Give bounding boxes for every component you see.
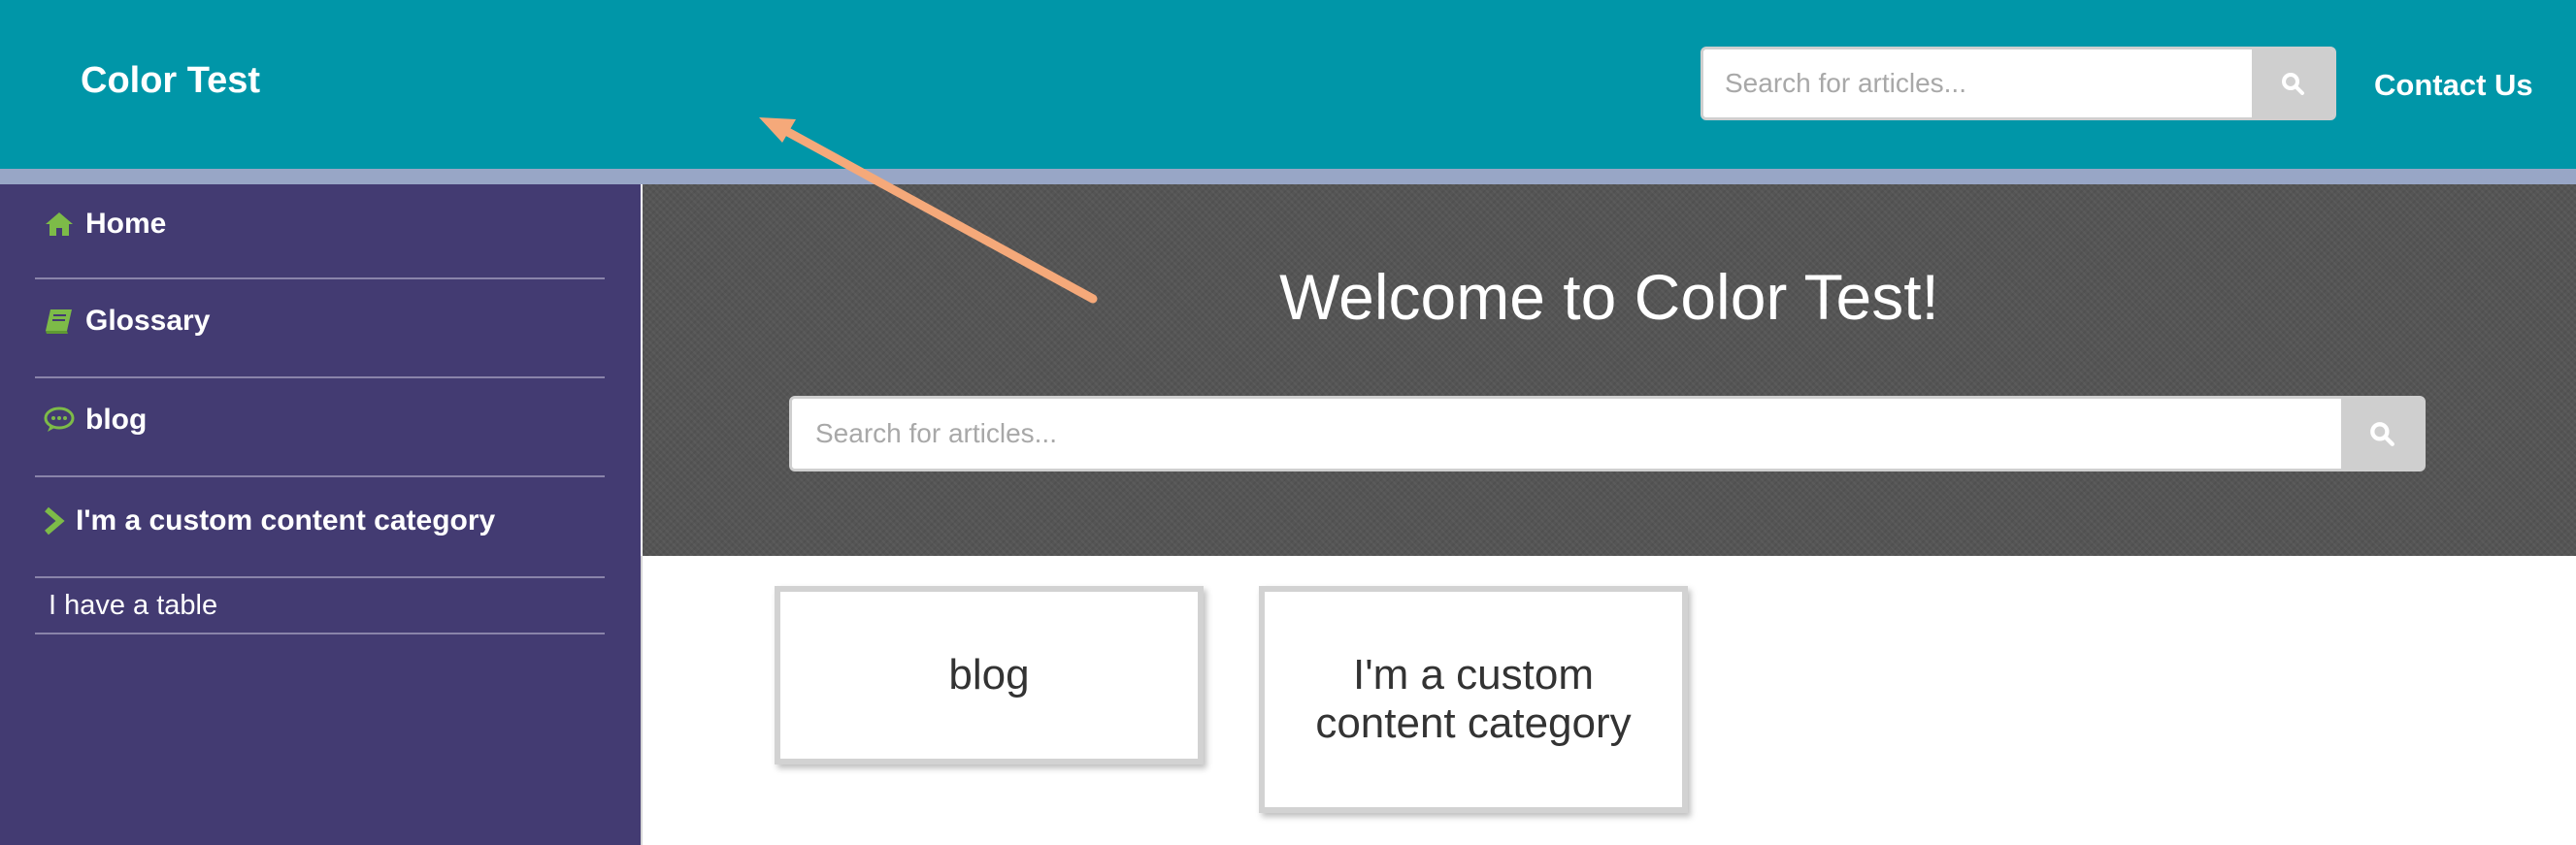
sidebar-item-label: Home bbox=[85, 208, 167, 240]
category-card-label: I'm a custom content category bbox=[1315, 651, 1632, 747]
header-search-input[interactable] bbox=[1703, 49, 2255, 117]
sidebar: Home Glossary blog I'm a custom content … bbox=[0, 184, 641, 845]
sidebar-item-label: I have a table bbox=[49, 590, 218, 621]
sidebar-item-label: I'm a custom content category bbox=[76, 504, 496, 536]
sidebar-item-label: Glossary bbox=[85, 305, 211, 337]
chevron-right-icon bbox=[43, 504, 66, 537]
sidebar-item-blog[interactable]: blog bbox=[35, 378, 605, 477]
category-card-label: blog bbox=[948, 651, 1030, 699]
sidebar-item-home[interactable]: Home bbox=[35, 184, 605, 279]
home-icon bbox=[43, 208, 76, 241]
hero-title-text: Welcome to Color Test! bbox=[1279, 261, 1939, 333]
hero-banner: Welcome to Color Test! bbox=[643, 184, 2576, 556]
hero-search-box bbox=[789, 396, 2426, 471]
content-divider bbox=[641, 556, 643, 845]
category-card-blog[interactable]: blog bbox=[775, 586, 1204, 764]
header-accent-strip bbox=[0, 169, 2576, 184]
contact-us-link[interactable]: Contact Us bbox=[2374, 68, 2533, 103]
sidebar-item-custom-category[interactable]: I'm a custom content category bbox=[35, 477, 605, 578]
brand-title[interactable]: Color Test bbox=[81, 60, 260, 102]
header-search-box bbox=[1701, 47, 2336, 120]
search-icon bbox=[2282, 73, 2304, 95]
hero-title: Welcome to Color Test! bbox=[643, 260, 2576, 334]
chat-bubble-icon bbox=[43, 404, 76, 437]
hero-search-input[interactable] bbox=[792, 399, 2345, 469]
sidebar-subitem-table[interactable]: I have a table bbox=[35, 578, 605, 634]
sidebar-item-label: blog bbox=[85, 404, 148, 436]
search-icon bbox=[2370, 422, 2394, 446]
header-search-button[interactable] bbox=[2252, 49, 2333, 117]
book-icon bbox=[43, 305, 76, 338]
category-card-custom[interactable]: I'm a custom content category bbox=[1259, 586, 1688, 813]
top-header: Color Test Contact Us bbox=[0, 0, 2576, 169]
hero-search-button[interactable] bbox=[2341, 399, 2423, 469]
sidebar-item-glossary[interactable]: Glossary bbox=[35, 279, 605, 378]
